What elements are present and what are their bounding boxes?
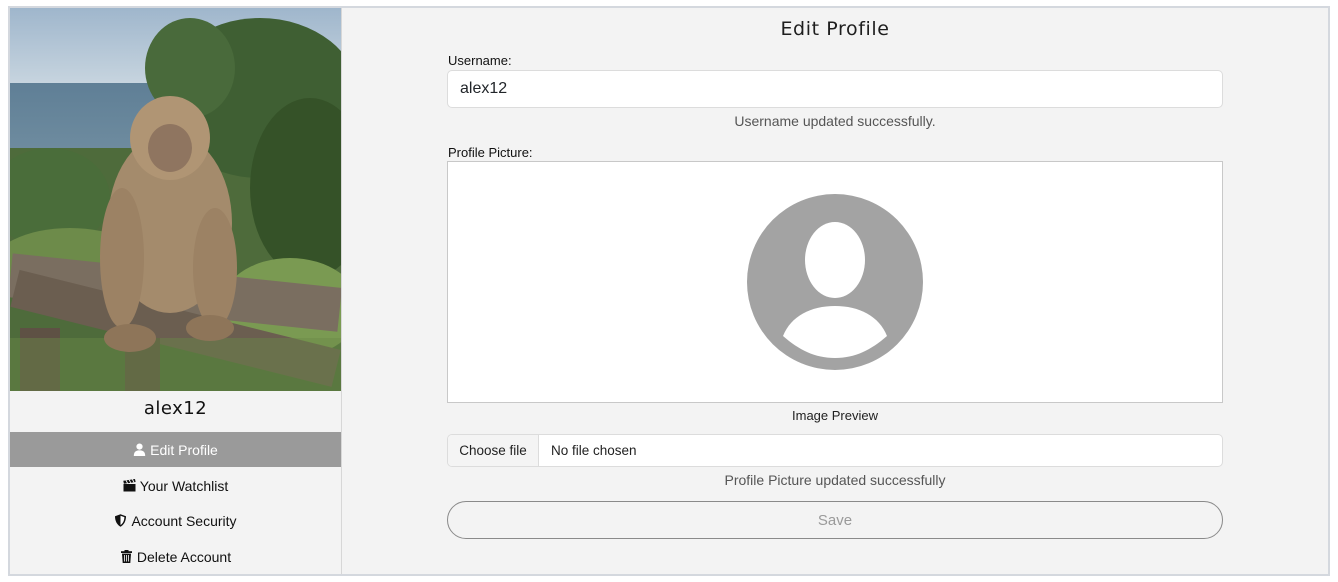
image-preview-box	[447, 161, 1223, 403]
image-preview-caption: Image Preview	[792, 408, 878, 423]
username-label: Username:	[448, 53, 512, 68]
profile-picture-label: Profile Picture:	[448, 145, 533, 160]
username-input[interactable]	[447, 70, 1223, 108]
choose-file-button[interactable]: Choose file	[448, 435, 539, 466]
app-frame: alex12 Edit Profile Your Watchlist Accou…	[8, 6, 1330, 576]
sidebar-item-label: Edit Profile	[150, 441, 218, 458]
shield-icon	[114, 514, 127, 527]
picture-success-message: Profile Picture updated successfully	[724, 472, 946, 488]
sidebar-item-delete-account[interactable]: Delete Account	[10, 539, 341, 574]
sidebar-username: alex12	[143, 398, 208, 419]
file-status-text: No file chosen	[551, 443, 637, 458]
sidebar-item-label: Delete Account	[136, 548, 232, 565]
file-upload-input[interactable]: Choose file No file chosen	[447, 434, 1223, 467]
edit-profile-panel: Edit Profile Username: Username updated …	[342, 8, 1328, 574]
save-button[interactable]: Save	[447, 501, 1223, 539]
avatar-placeholder-icon	[747, 194, 923, 370]
trash-icon	[120, 550, 133, 563]
clapperboard-icon	[123, 479, 136, 492]
profile-photo	[10, 8, 341, 391]
user-icon	[133, 443, 146, 456]
sidebar-item-label: Your Watchlist	[139, 477, 229, 494]
sidebar-item-watchlist[interactable]: Your Watchlist	[10, 468, 341, 503]
username-success-message: Username updated successfully.	[734, 113, 936, 129]
sidebar: alex12 Edit Profile Your Watchlist Accou…	[10, 8, 342, 574]
sidebar-item-account-security[interactable]: Account Security	[10, 503, 341, 538]
sidebar-item-label: Account Security	[131, 512, 237, 529]
page-title: Edit Profile	[780, 18, 890, 40]
sidebar-item-edit-profile[interactable]: Edit Profile	[10, 432, 341, 467]
